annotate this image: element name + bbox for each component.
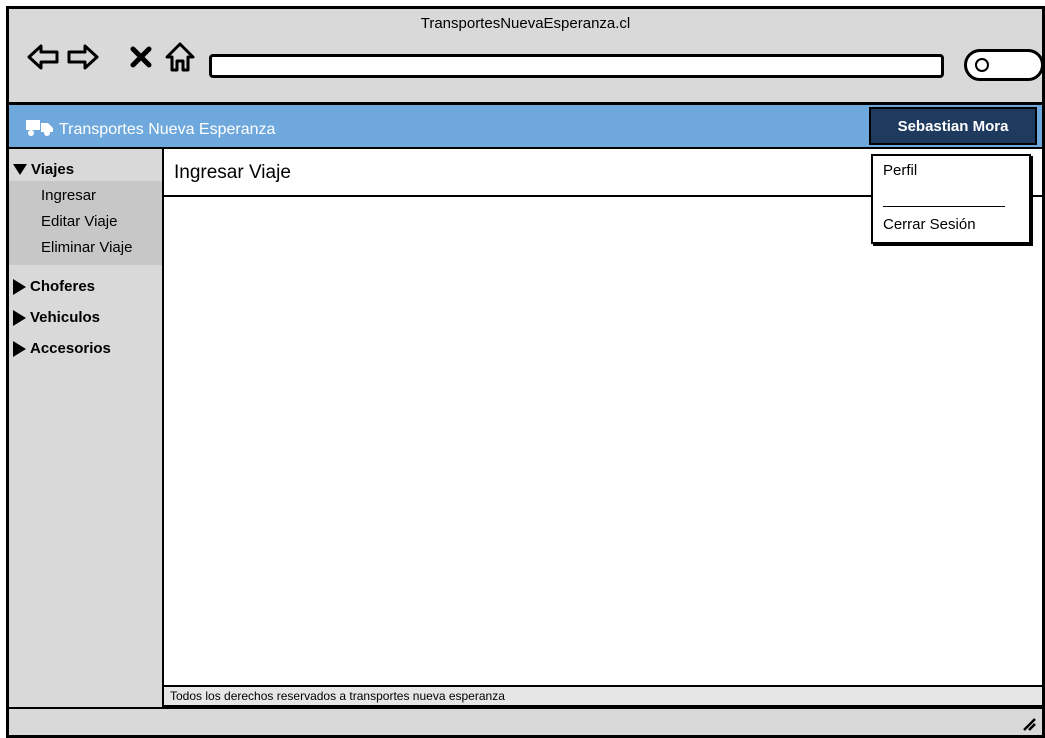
forward-arrow-icon[interactable] (65, 39, 101, 75)
sidebar: Viajes Ingresar Editar Viaje Eliminar Vi… (9, 149, 164, 709)
sidebar-item-eliminar-viaje[interactable]: Eliminar Viaje (9, 235, 162, 261)
resize-grip-icon[interactable] (1022, 717, 1036, 731)
sidebar-group-label: Viajes (31, 160, 75, 178)
menu-item-cerrar-sesion[interactable]: Cerrar Sesión (883, 216, 976, 233)
triangle-right-icon (13, 340, 26, 357)
sidebar-group-accesorios[interactable]: Accesorios (9, 333, 162, 364)
user-menu-button[interactable]: Sebastian Mora (869, 107, 1037, 145)
url-input[interactable] (209, 54, 944, 78)
sidebar-item-ingresar[interactable]: Ingresar (9, 183, 162, 209)
user-dropdown-menu: Perfil Cerrar Sesión (871, 154, 1031, 244)
sidebar-group-label: Choferes (30, 278, 96, 295)
sidebar-group-choferes[interactable]: Choferes (9, 271, 162, 302)
browser-chrome: TransportesNuevaEsperanza.cl (9, 9, 1044, 105)
footer: Todos los derechos reservados a transpor… (164, 685, 1042, 707)
sidebar-group-label: Vehiculos (30, 309, 101, 326)
browser-window: TransportesNuevaEsperanza.cl Transportes… (6, 6, 1045, 738)
menu-item-perfil[interactable]: Perfil (883, 162, 917, 179)
sidebar-group-label: Accesorios (30, 340, 111, 357)
truck-icon (25, 117, 55, 142)
sidebar-group-viajes[interactable]: Viajes (9, 157, 162, 181)
status-bar (9, 707, 1042, 735)
menu-divider (883, 206, 1005, 207)
brand[interactable]: Transportes Nueva Esperanza (25, 117, 275, 142)
back-arrow-icon[interactable] (25, 39, 61, 75)
search-icon (975, 58, 989, 72)
brand-name: Transportes Nueva Esperanza (59, 120, 276, 138)
sidebar-submenu-viajes: Ingresar Editar Viaje Eliminar Viaje (9, 181, 162, 265)
triangle-right-icon (13, 309, 26, 326)
triangle-right-icon (13, 278, 26, 295)
close-x-icon[interactable] (123, 39, 159, 75)
window-title: TransportesNuevaEsperanza.cl (420, 15, 631, 32)
page-title: Ingresar Viaje (174, 162, 291, 183)
home-icon[interactable] (162, 39, 198, 75)
sidebar-group-vehiculos[interactable]: Vehiculos (9, 302, 162, 333)
app-topbar: Transportes Nueva Esperanza Sebastian Mo… (9, 105, 1042, 149)
search-box[interactable] (964, 49, 1044, 81)
triangle-down-icon (13, 163, 27, 175)
sidebar-item-editar-viaje[interactable]: Editar Viaje (9, 209, 162, 235)
